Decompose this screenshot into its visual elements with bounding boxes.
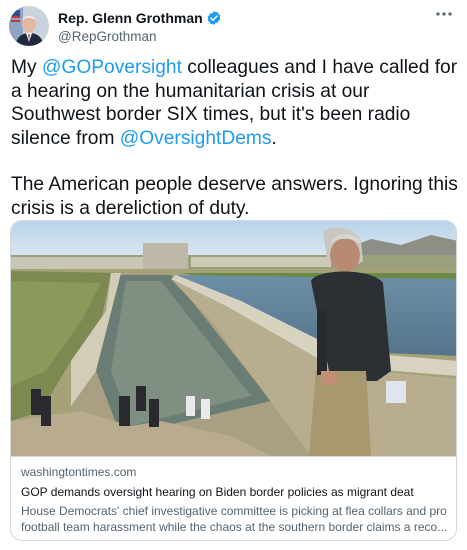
link-preview-card[interactable]: washingtontimes.com GOP demands oversigh… (10, 220, 457, 541)
author-avatar[interactable] (9, 6, 49, 46)
card-description: House Democrats' chief investigative com… (21, 504, 448, 534)
avatar-portrait-icon (9, 6, 49, 46)
mention-link-gopoversight[interactable]: @GOPoversight (42, 57, 182, 78)
card-photo-border-canal (11, 221, 456, 456)
tweet-text: My @GOPoversight colleagues and I have c… (11, 56, 461, 220)
tweet: Rep. Glenn Grothman @RepGrothman My @GOP… (0, 0, 467, 550)
author-name-row: Rep. Glenn Grothman (58, 9, 222, 27)
card-domain: washingtontimes.com (21, 465, 137, 479)
tweet-paragraph-2: The American people deserve answers. Ign… (11, 174, 458, 219)
tweet-paragraph-1: My @GOPoversight colleagues and I have c… (11, 56, 461, 150)
more-horizontal-icon (436, 12, 452, 16)
author-info: Rep. Glenn Grothman @RepGrothman (58, 9, 222, 44)
card-title[interactable]: GOP demands oversight hearing on Biden b… (21, 484, 448, 500)
author-handle[interactable]: @RepGrothman (58, 29, 222, 44)
author-display-name[interactable]: Rep. Glenn Grothman (58, 10, 203, 26)
tweet-text-segment: My (11, 57, 42, 78)
more-options-button[interactable] (433, 6, 455, 22)
verified-badge-icon (206, 10, 222, 26)
mention-link-oversightdems[interactable]: @OversightDems (120, 128, 272, 149)
card-meta: washingtontimes.com GOP demands oversigh… (11, 456, 456, 540)
tweet-text-segment: . (271, 127, 277, 149)
